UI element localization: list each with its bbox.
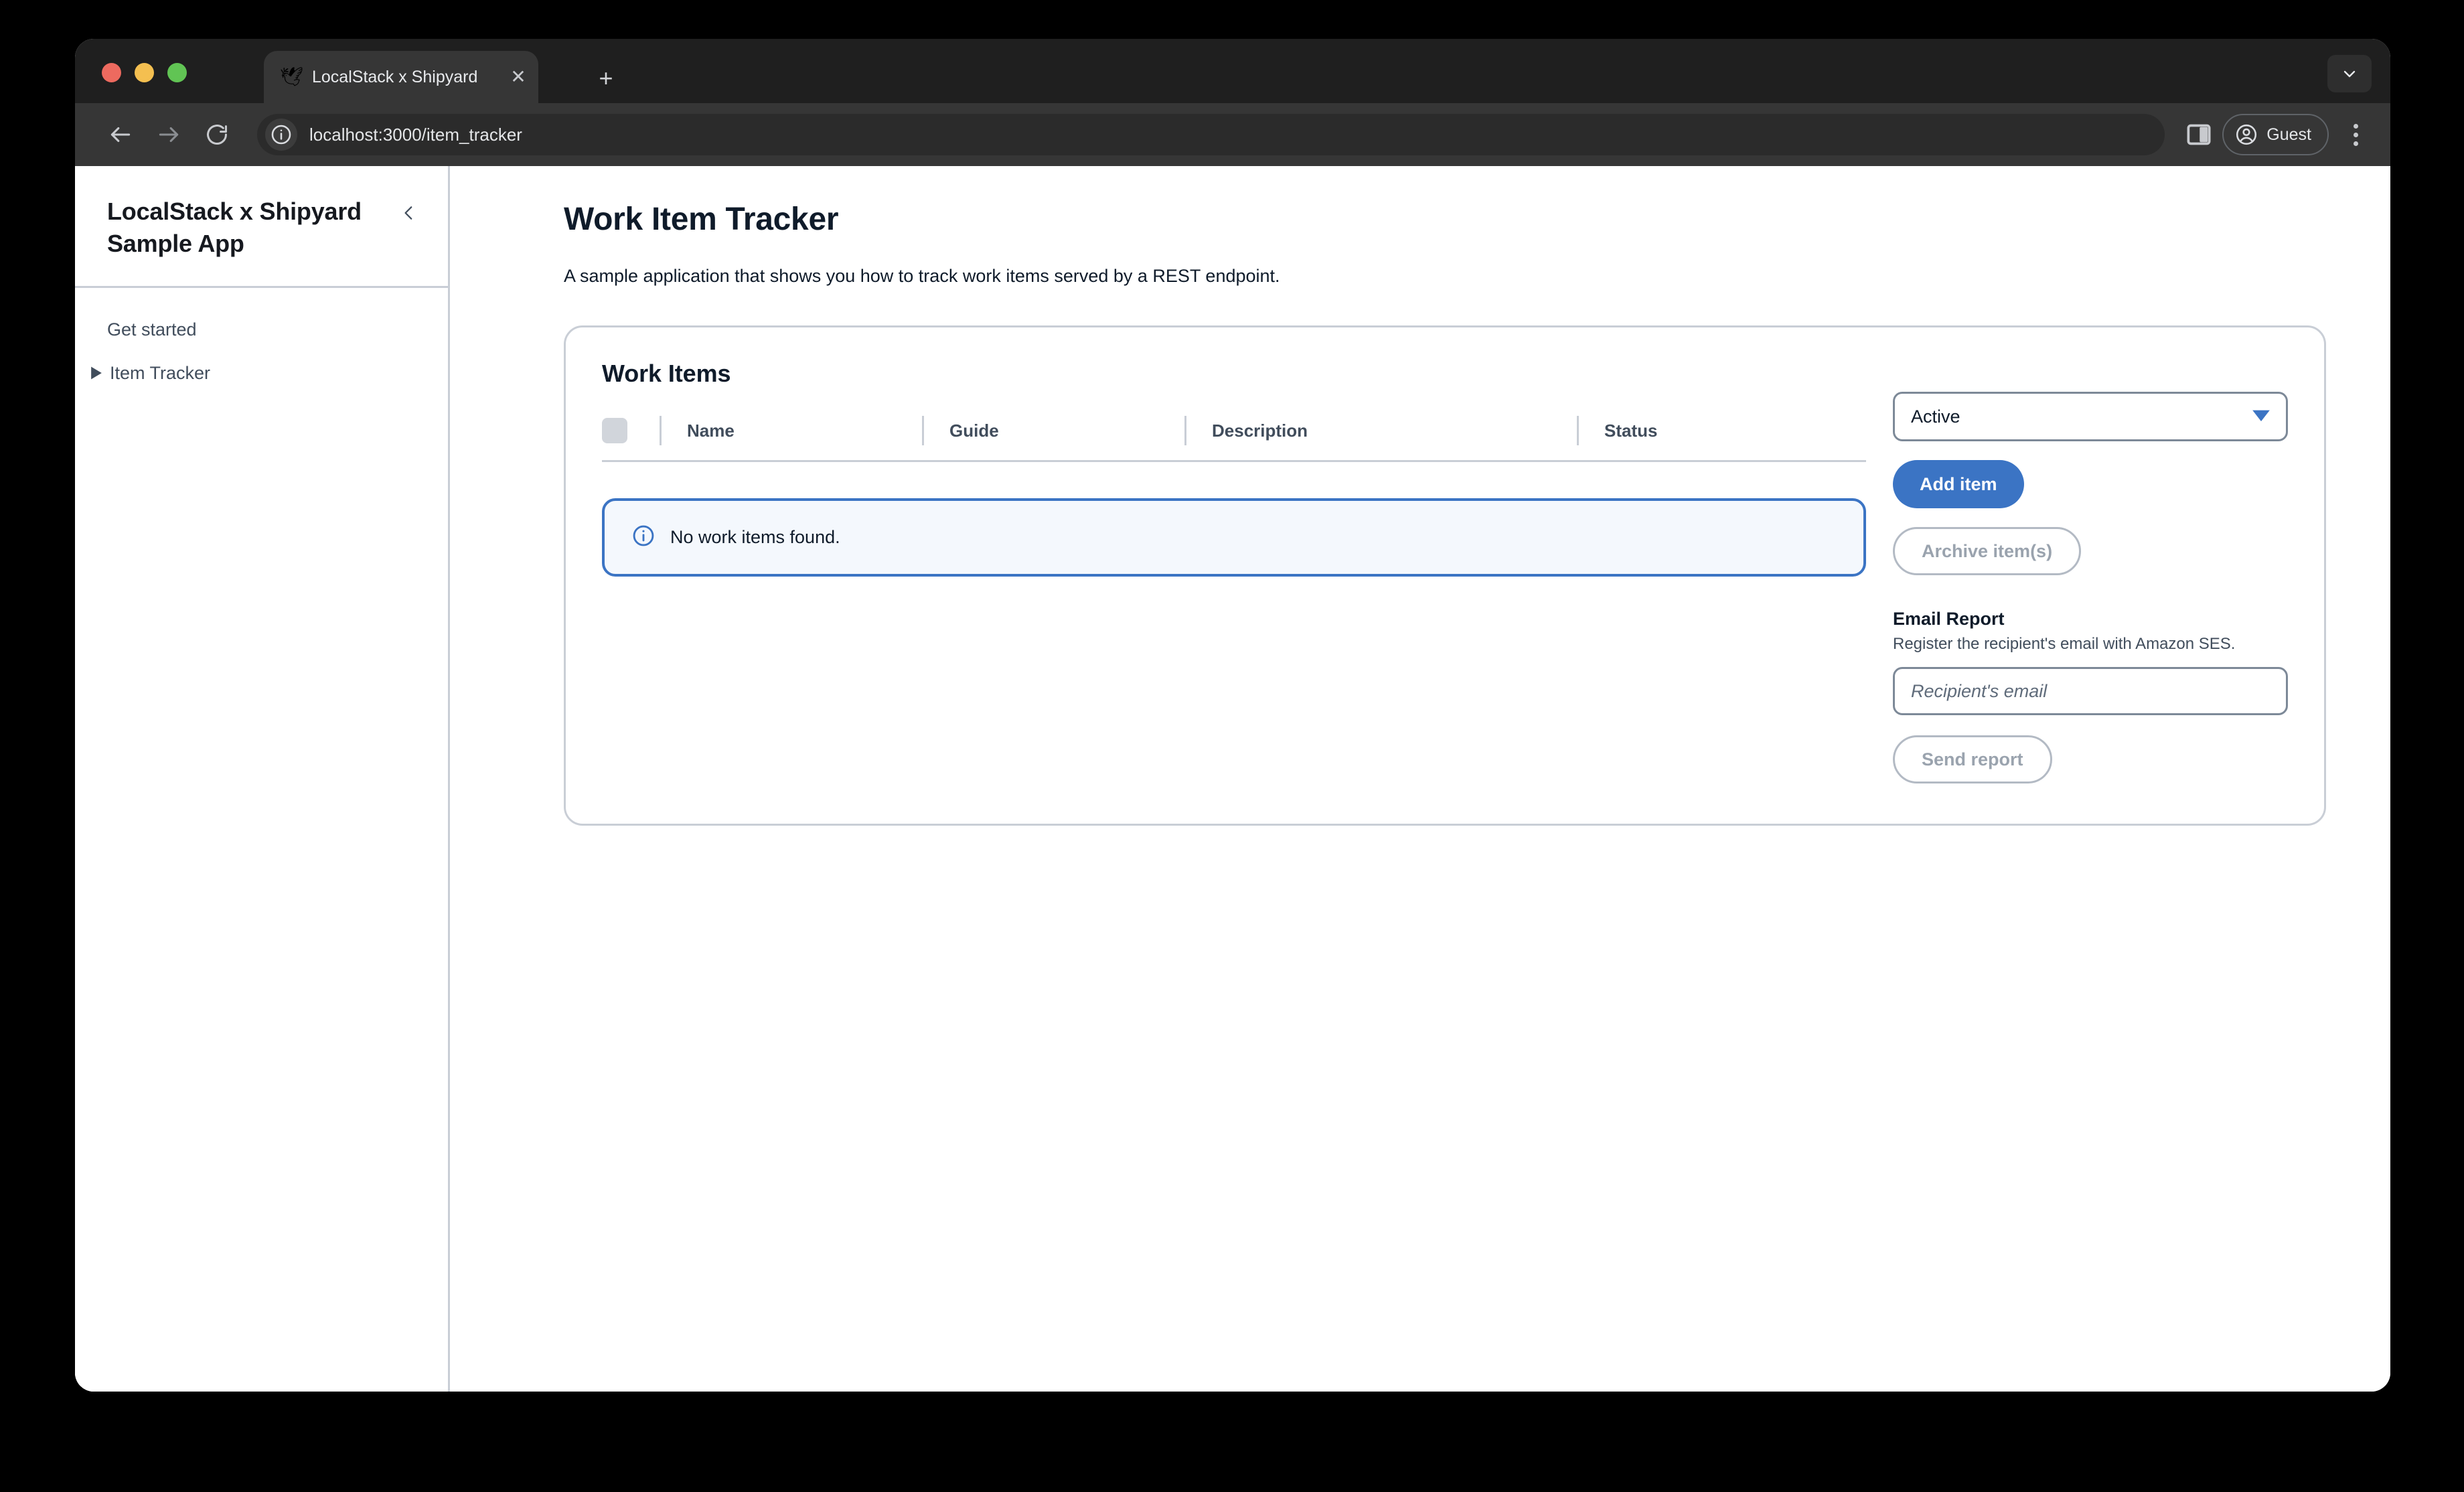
split-view-icon[interactable]	[2182, 118, 2216, 151]
dove-icon: 🕊	[280, 66, 304, 87]
sidebar-nav: Get started Item Tracker	[75, 288, 448, 394]
column-header-description[interactable]: Description	[1184, 416, 1577, 445]
email-report-description: Register the recipient's email with Amaz…	[1893, 635, 2236, 653]
email-report-section: Email Report Register the recipient's em…	[1893, 609, 2288, 784]
empty-state-message: No work items found.	[670, 527, 840, 547]
close-tab-icon[interactable]: ✕	[504, 62, 533, 92]
forward-arrow-icon[interactable]	[149, 115, 189, 155]
work-items-card-body: Work Items Name Guide Description Status	[602, 360, 1866, 784]
info-circle-icon[interactable]	[265, 119, 297, 151]
tab-search-chevron-down-icon[interactable]	[2327, 55, 2372, 92]
window-traffic-lights	[102, 63, 187, 82]
browser-tab-title: LocalStack x Shipyard	[312, 67, 478, 86]
select-all-checkbox[interactable]	[602, 418, 627, 443]
chevron-down-filled-icon[interactable]	[2251, 408, 2271, 426]
sidebar-item-label: Get started	[107, 319, 197, 340]
column-header-guide[interactable]: Guide	[922, 416, 1184, 445]
recipient-email-input[interactable]	[1893, 667, 2288, 715]
sidebar-title: LocalStack x Shipyard Sample App	[107, 198, 362, 257]
page-subtitle: A sample application that shows you how …	[564, 266, 1280, 286]
empty-state-alert: No work items found.	[602, 498, 1866, 577]
add-item-button[interactable]: Add item	[1893, 460, 2024, 508]
info-circle-icon	[631, 524, 656, 551]
browser-toolbar: localhost:3000/item_tracker Guest	[75, 103, 2390, 166]
table-header-row: Name Guide Description Status	[602, 416, 1866, 462]
address-bar[interactable]: localhost:3000/item_tracker	[257, 114, 2165, 155]
sidebar-item-label: Item Tracker	[110, 362, 211, 383]
three-dot-menu-icon[interactable]	[2337, 114, 2374, 155]
sidebar-header: LocalStack x Shipyard Sample App	[75, 166, 448, 289]
send-report-button[interactable]: Send report	[1893, 735, 2052, 784]
browser-window: 🕊 LocalStack x Shipyard ✕ + localhost:30…	[75, 39, 2390, 1392]
work-items-controls: Active Add item Archive item(s) Email Re…	[1893, 360, 2288, 784]
sidebar: LocalStack x Shipyard Sample App Get sta…	[75, 166, 450, 1392]
sidebar-item-get-started[interactable]: Get started	[75, 308, 448, 352]
account-circle-icon	[2236, 124, 2257, 145]
minimize-window-button[interactable]	[135, 63, 154, 82]
profile-label: Guest	[2266, 125, 2311, 144]
maximize-window-button[interactable]	[167, 63, 187, 82]
browser-tab[interactable]: 🕊 LocalStack x Shipyard ✕	[264, 51, 538, 103]
page-viewport: LocalStack x Shipyard Sample App Get sta…	[75, 166, 2390, 1392]
new-tab-button[interactable]: +	[591, 64, 621, 95]
sidebar-item-item-tracker[interactable]: Item Tracker	[75, 352, 448, 395]
column-header-status[interactable]: Status	[1577, 416, 1866, 445]
profile-guest-button[interactable]: Guest	[2222, 114, 2329, 155]
back-arrow-icon[interactable]	[100, 115, 141, 155]
work-items-card: Work Items Name Guide Description Status	[564, 325, 2326, 826]
main-content: Work Item Tracker A sample application t…	[450, 166, 2390, 1392]
close-window-button[interactable]	[102, 63, 121, 82]
work-items-table: Name Guide Description Status	[602, 416, 1866, 462]
address-bar-url: localhost:3000/item_tracker	[309, 124, 522, 145]
email-report-title: Email Report	[1893, 609, 2005, 629]
caret-right-icon[interactable]	[90, 366, 107, 380]
select-all-checkbox-cell	[602, 418, 660, 443]
page-title: Work Item Tracker	[564, 202, 839, 237]
work-items-title: Work Items	[602, 360, 731, 387]
status-filter-value: Active	[1911, 406, 1960, 427]
status-filter-select[interactable]: Active	[1893, 392, 2288, 441]
reload-icon[interactable]	[197, 115, 237, 155]
browser-tab-strip: 🕊 LocalStack x Shipyard ✕ +	[75, 39, 2390, 103]
archive-items-button[interactable]: Archive item(s)	[1893, 527, 2082, 575]
chevron-left-icon[interactable]	[396, 198, 422, 228]
column-header-name[interactable]: Name	[660, 416, 922, 445]
